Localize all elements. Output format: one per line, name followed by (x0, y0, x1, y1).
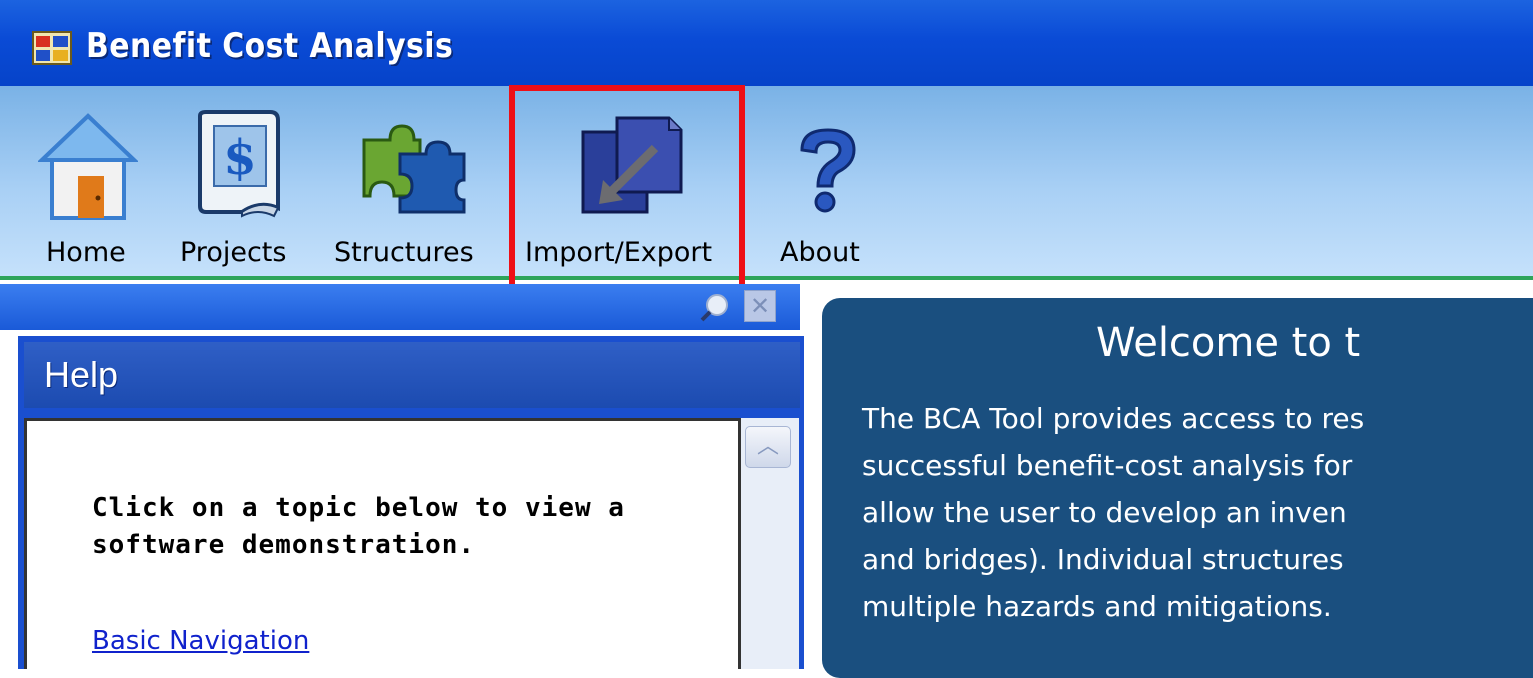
welcome-body: The BCA Tool provides access to res succ… (862, 402, 1365, 623)
close-panel-button[interactable]: ✕ (744, 290, 776, 322)
about-label: About (780, 237, 860, 268)
help-title: Help (44, 354, 119, 395)
projects-label: Projects (180, 237, 287, 268)
projects-button[interactable]: $ Projects (170, 86, 310, 276)
help-panel-header (0, 284, 800, 330)
help-titlebar (24, 342, 800, 408)
basic-navigation-link[interactable]: Basic Navigation (92, 626, 309, 656)
window-titlebar: Benefit Cost Analysis (0, 0, 1533, 86)
app-window-icon (32, 31, 72, 65)
dollar-document-icon: $ (198, 110, 280, 218)
scroll-up-button[interactable]: ︿ (745, 426, 791, 468)
structures-label: Structures (334, 237, 474, 268)
main-toolbar: Home $ Projects Structures Import/Export (0, 86, 1533, 276)
about-button[interactable]: About (770, 86, 880, 276)
house-icon (38, 113, 138, 220)
window-title: Benefit Cost Analysis (86, 26, 454, 66)
welcome-title: Welcome to t (1096, 320, 1361, 366)
pin-icon[interactable] (700, 292, 730, 322)
home-button[interactable]: Home (30, 86, 150, 276)
home-label: Home (46, 237, 126, 268)
svg-text:$: $ (223, 130, 256, 186)
help-intro-text: Click on a topic below to view a softwar… (92, 493, 625, 560)
structures-button[interactable]: Structures (330, 86, 490, 276)
close-icon: ✕ (749, 292, 771, 320)
toolbar-separator (0, 276, 1533, 280)
puzzle-pieces-icon (362, 124, 466, 214)
import-export-highlight (509, 85, 745, 294)
question-mark-icon (800, 128, 856, 213)
chevron-up-icon: ︿ (756, 434, 779, 459)
